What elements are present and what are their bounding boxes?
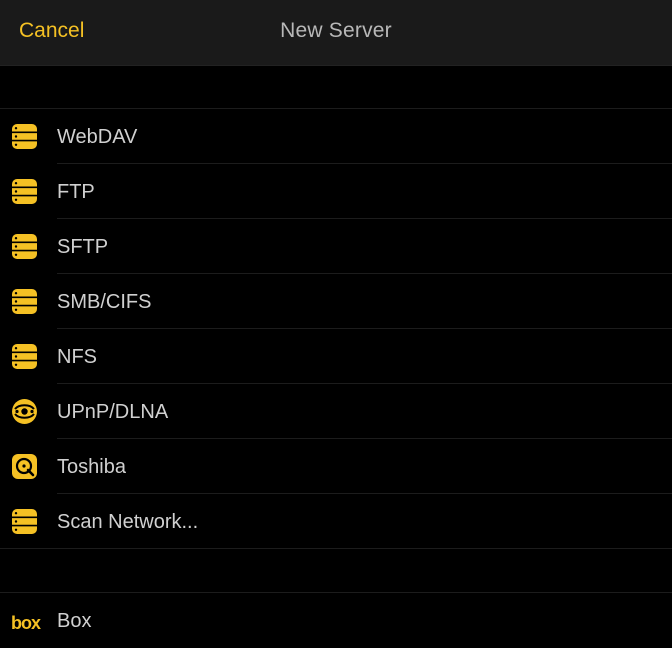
box-logo-icon: box: [11, 613, 41, 633]
list-item-box[interactable]: box Box: [0, 593, 672, 648]
list-item-nfs[interactable]: NFS: [0, 329, 672, 384]
list-item-label: FTP: [57, 181, 95, 203]
server-stack-icon: [12, 179, 37, 204]
list-item-label: SMB/CIFS: [57, 291, 152, 313]
server-stack-icon: [12, 234, 37, 259]
list-item-label: SFTP: [57, 236, 109, 258]
list-item-webdav[interactable]: WebDAV: [0, 109, 672, 164]
server-type-list: WebDAV FTP SFTP SMB/CIFS NFS UPnP/DLNA T…: [0, 108, 672, 549]
list-item-label: NFS: [57, 346, 97, 368]
list-item-label: WebDAV: [57, 126, 138, 148]
list-item-label: Box: [57, 610, 92, 632]
list-item-ftp[interactable]: FTP: [0, 164, 672, 219]
server-stack-icon: [12, 289, 37, 314]
server-stack-icon: [12, 124, 37, 149]
list-item-label: Toshiba: [57, 456, 126, 478]
list-item-sftp[interactable]: SFTP: [0, 219, 672, 274]
list-item-smb-cifs[interactable]: SMB/CIFS: [0, 274, 672, 329]
server-stack-icon: [12, 344, 37, 369]
divider: [0, 548, 672, 549]
toshiba-drive-icon: [12, 454, 37, 479]
page-title: New Server: [280, 19, 392, 42]
cloud-service-list: box Box: [0, 592, 672, 648]
list-item-toshiba[interactable]: Toshiba: [0, 439, 672, 494]
upnp-network-icon: [12, 399, 37, 424]
navigation-bar: Cancel New Server: [0, 0, 672, 66]
list-item-upnp-dlna[interactable]: UPnP/DLNA: [0, 384, 672, 439]
list-item-label: UPnP/DLNA: [57, 401, 169, 423]
server-stack-icon: [12, 509, 37, 534]
list-item-label: Scan Network...: [57, 511, 199, 533]
list-item-scan-network[interactable]: Scan Network...: [0, 494, 672, 549]
